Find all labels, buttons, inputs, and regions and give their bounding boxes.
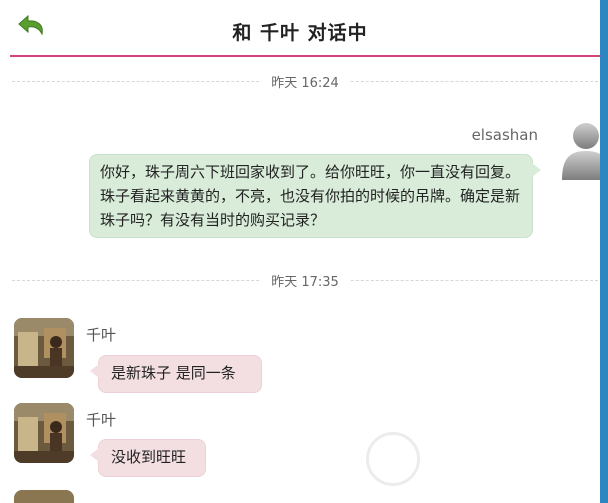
- timestamp: 昨天 16:24: [261, 72, 349, 91]
- outgoing-message-bubble: 你好，珠子周六下班回家收到了。给你旺旺，你一直没有回复。珠子看起来黄黄的，不亮，…: [89, 154, 541, 238]
- header-divider: [10, 55, 600, 57]
- sender-username: elsashan: [471, 126, 538, 144]
- watermark-logo: [366, 432, 420, 486]
- incoming-message-bubble: 没收到旺旺: [90, 439, 206, 477]
- incoming-message-bubble: 是新珠子 是同一条: [90, 355, 262, 393]
- page-title: 和 千叶 对话中: [232, 22, 368, 44]
- contact-name: 千叶: [86, 411, 117, 429]
- timestamp: 昨天 17:35: [261, 271, 349, 290]
- time-divider: 昨天 16:24: [12, 72, 598, 91]
- contact-avatar: [14, 490, 74, 503]
- chat-window: 和 千叶 对话中 昨天 16:24 elsashan 你好，珠子周六下班回家收到…: [0, 0, 608, 503]
- scrollbar[interactable]: [600, 0, 608, 503]
- contact-avatar[interactable]: [14, 318, 74, 378]
- time-divider: 昨天 17:35: [12, 271, 598, 290]
- chat-header: 和 千叶 对话中: [0, 0, 600, 55]
- contact-name: 千叶: [86, 326, 117, 344]
- contact-avatar[interactable]: [14, 403, 74, 463]
